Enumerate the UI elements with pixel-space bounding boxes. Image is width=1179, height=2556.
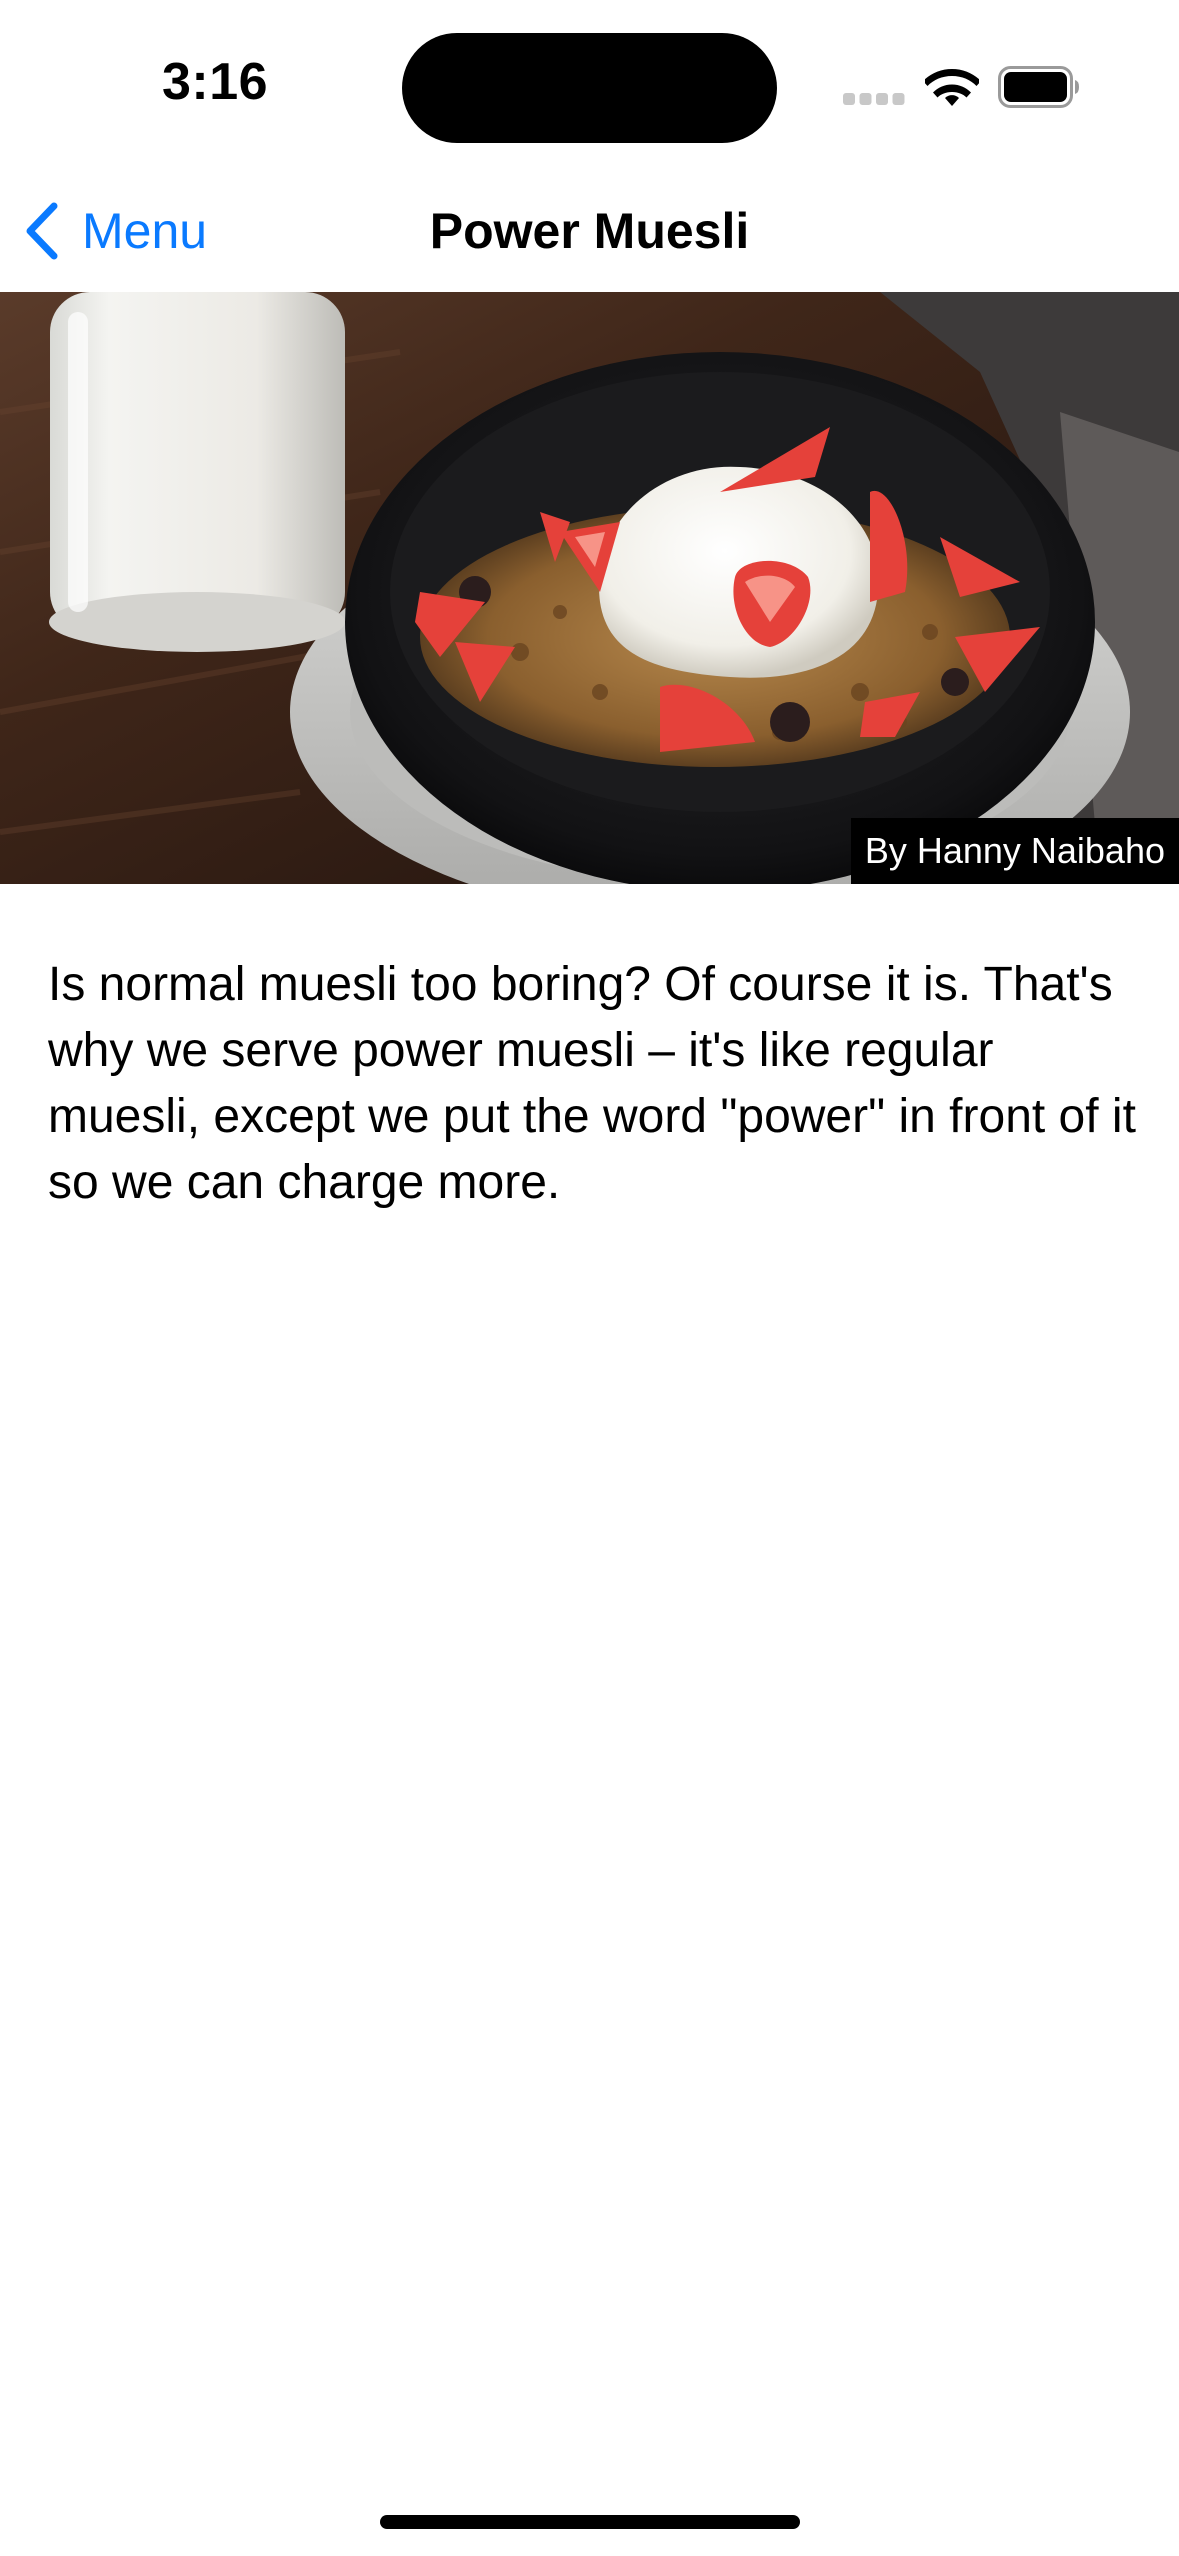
muesli-photo (0, 292, 1179, 884)
signal-icon (843, 93, 905, 105)
back-button-label: Menu (82, 203, 208, 259)
dynamic-island (402, 33, 777, 143)
navigation-bar: Power Muesli Menu (0, 170, 1179, 292)
photo-credit: By Hanny Naibaho (850, 818, 1179, 884)
chevron-left-icon (26, 202, 58, 260)
home-indicator[interactable] (380, 2515, 800, 2529)
hero-image: By Hanny Naibaho (0, 292, 1179, 884)
item-description: Is normal muesli too boring? Of course i… (48, 958, 1136, 1209)
status-bar: 3:16 (0, 0, 1179, 170)
wifi-icon (925, 69, 979, 106)
battery-icon (998, 66, 1079, 108)
status-time: 3:16 (161, 53, 269, 111)
back-button[interactable]: Menu (22, 194, 207, 268)
